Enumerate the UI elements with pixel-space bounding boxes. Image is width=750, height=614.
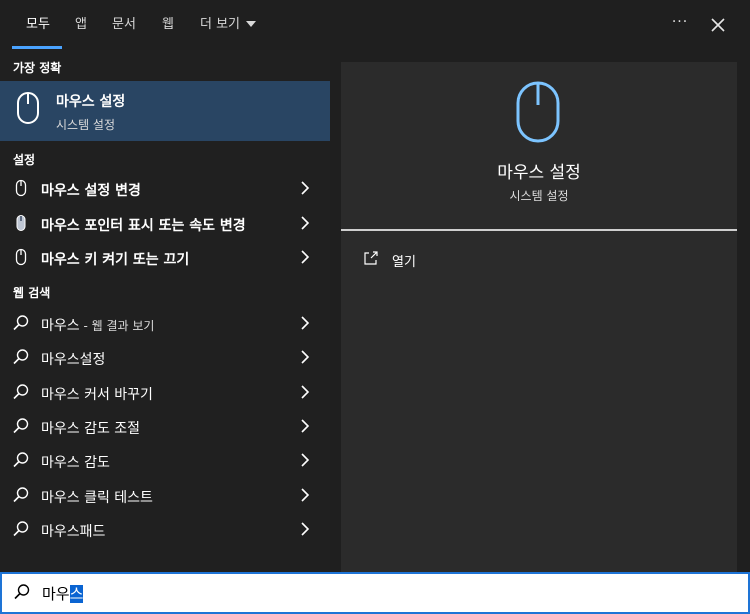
tab-all[interactable]: 모두 — [26, 0, 50, 50]
preview-title: 마우스 설정 — [497, 163, 581, 183]
settings-item[interactable]: 마우스 포인터 표시 또는 속도 변경 — [0, 206, 330, 240]
search-input[interactable]: 마우스 — [42, 583, 84, 604]
section-web-search-label: 웹 검색 — [13, 286, 51, 300]
web-search-item[interactable]: 마우스 감도 조절 — [0, 409, 330, 443]
search-icon — [13, 384, 29, 400]
search-icon — [13, 521, 29, 537]
web-search-item[interactable]: 마우스 커서 바꾸기 — [0, 375, 330, 409]
chevron-right-icon — [301, 385, 310, 399]
chevron-right-icon — [301, 522, 310, 536]
tab-apps[interactable]: 앱 — [75, 0, 87, 50]
web-search-item[interactable]: 마우스 감도 — [0, 443, 330, 477]
preview-panel: 마우스 설정 시스템 설정 열기 — [341, 62, 737, 572]
open-label: 열기 — [392, 255, 416, 270]
search-bar[interactable]: 마우스 — [0, 572, 750, 614]
preview-subtitle: 시스템 설정 — [509, 189, 569, 203]
chevron-right-icon — [301, 419, 310, 433]
chevron-right-icon — [301, 453, 310, 467]
settings-item[interactable]: 마우스 설정 변경 — [0, 171, 330, 205]
mouse-icon — [516, 81, 560, 143]
web-search-item[interactable]: 마우스 클릭 테스트 — [0, 478, 330, 512]
section-settings-label: 설정 — [13, 153, 36, 167]
chevron-right-icon — [301, 316, 310, 330]
web-search-item-label: 마우스 감도 조절 — [41, 421, 141, 437]
tab-more-label: 더 보기 — [200, 17, 241, 32]
web-search-item-label: 마우스설정 — [41, 352, 106, 368]
settings-item[interactable]: 마우스 키 켜기 또는 끄기 — [0, 240, 330, 274]
tab-web[interactable]: 웹 — [162, 0, 174, 50]
search-icon — [13, 452, 29, 468]
web-search-item-label: 마우스 감도 — [41, 455, 110, 471]
results-panel: 가장 정확 마우스 설정 시스템 설정 설정 마우스 설정 변경 마우스 포인터… — [0, 50, 330, 572]
search-icon — [13, 418, 29, 434]
chevron-right-icon — [301, 250, 310, 264]
mouse-icon — [15, 248, 27, 266]
best-match-item[interactable]: 마우스 설정 시스템 설정 — [0, 81, 330, 141]
web-search-item[interactable]: 마우스패드 — [0, 512, 330, 546]
open-external-icon — [364, 251, 378, 265]
web-search-item-label: 마우스 클릭 테스트 — [41, 490, 153, 506]
more-options-button[interactable]: ··· — [668, 14, 692, 36]
web-search-item-label: 마우스 - 웹 결과 보기 — [41, 318, 155, 334]
chevron-down-icon — [246, 20, 257, 27]
mouse-icon — [17, 92, 39, 124]
chevron-right-icon — [301, 350, 310, 364]
best-match-title: 마우스 설정 — [56, 94, 126, 110]
search-icon — [14, 584, 30, 600]
best-match-subtitle: 시스템 설정 — [56, 118, 116, 132]
settings-item-label: 마우스 설정 변경 — [41, 183, 141, 199]
search-icon — [13, 487, 29, 503]
web-search-item-label: 마우스 커서 바꾸기 — [41, 387, 153, 403]
chevron-right-icon — [301, 216, 310, 230]
close-icon[interactable] — [706, 13, 730, 37]
web-search-item[interactable]: 마우스 - 웹 결과 보기 — [0, 306, 330, 340]
settings-item-label: 마우스 포인터 표시 또는 속도 변경 — [41, 218, 246, 234]
mouse-pointer-icon — [16, 215, 26, 231]
web-search-item[interactable]: 마우스설정 — [0, 340, 330, 374]
chevron-right-icon — [301, 488, 310, 502]
settings-item-label: 마우스 키 켜기 또는 끄기 — [41, 252, 190, 268]
search-icon — [13, 349, 29, 365]
tab-documents[interactable]: 문서 — [112, 0, 136, 50]
top-tab-bar: 모두 앱 문서 웹 더 보기 ··· — [0, 0, 750, 50]
preview-divider — [341, 229, 737, 231]
search-icon — [13, 315, 29, 331]
tab-more[interactable]: 더 보기 — [200, 0, 257, 50]
chevron-right-icon — [301, 181, 310, 195]
web-search-item-label: 마우스패드 — [41, 524, 106, 540]
search-typed-text: 마우 — [42, 585, 70, 603]
section-best-match-label: 가장 정확 — [13, 61, 62, 75]
open-action[interactable]: 열기 — [361, 248, 561, 272]
active-tab-indicator — [12, 46, 62, 49]
search-selected-text: 스 — [69, 585, 84, 603]
mouse-icon — [15, 179, 27, 197]
